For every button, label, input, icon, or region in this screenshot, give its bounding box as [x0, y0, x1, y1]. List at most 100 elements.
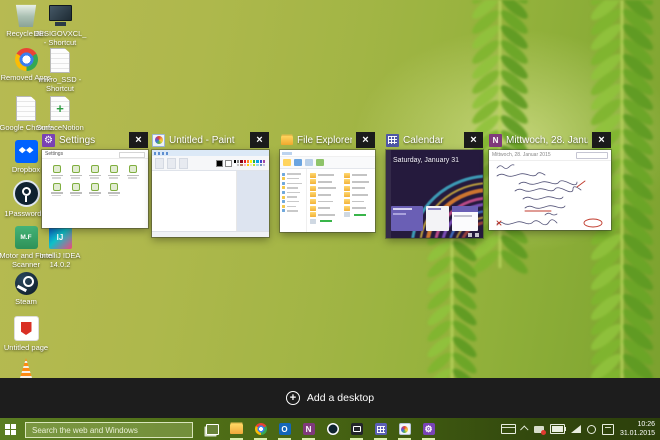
paint-palette-chip — [249, 163, 253, 166]
taskbar-button-paint[interactable] — [396, 418, 413, 440]
media-app-icon — [350, 423, 363, 435]
explorer-thumbnail[interactable] — [280, 150, 375, 232]
clock-time: 10:26 — [637, 420, 655, 428]
explorer-nav-item — [282, 190, 304, 194]
dropbox-icon — [14, 140, 38, 163]
removed-apps-icon — [14, 48, 38, 71]
explorer-file-label — [351, 174, 367, 176]
paint-palette-chip — [234, 160, 237, 163]
language-icon[interactable] — [586, 424, 596, 434]
add-desktop-button[interactable]: + Add a desktop — [285, 391, 374, 405]
desktop-icon-surfacenotion[interactable]: + SurfaceNotion — [36, 96, 84, 132]
settings-category-caption — [109, 194, 118, 196]
intellij-idea-icon: IJ — [48, 226, 72, 249]
battery-icon[interactable] — [549, 424, 567, 434]
desktop-icon-intellij-idea[interactable]: IJ IntelliJ IDEA 14.0.2 — [40, 226, 80, 269]
calendar-footer-icons — [468, 233, 479, 237]
onenote-header-button — [576, 151, 608, 159]
task-view-window-file-explorer[interactable]: File Explorer × — [280, 130, 375, 232]
paint-color2 — [225, 159, 232, 167]
desktop-icon-dropbox[interactable]: Dropbox — [8, 140, 44, 174]
explorer-ribbon-chunk — [283, 159, 291, 166]
task-view-window-onenote[interactable]: N Mittwoch, 28. Januar 2015 - O... × Mit… — [489, 130, 611, 230]
explorer-file-label — [317, 174, 334, 176]
onenote-thumbnail[interactable]: Mittwoch, 28. Januar 2015 — [489, 150, 611, 230]
explorer-file-label — [317, 187, 336, 190]
search-input[interactable] — [25, 422, 193, 439]
taskbar-button-calendar[interactable] — [372, 418, 389, 440]
taskbar-button-settings[interactable]: ⚙ — [420, 418, 437, 440]
settings-category-caption — [109, 177, 118, 179]
clock[interactable]: 10:26 31.01.2015 — [620, 420, 655, 438]
taskbar-button-task-view[interactable] — [204, 418, 221, 440]
paint-palette-chip — [237, 160, 240, 163]
touch-keyboard-icon[interactable] — [500, 424, 516, 434]
clock-date: 31.01.2015 — [619, 430, 655, 437]
task-view-window-settings[interactable]: ⚙ Settings × Settings — [42, 130, 148, 228]
explorer-nav-label — [287, 182, 302, 185]
task-view-window-calendar[interactable]: Calendar × Saturday, January 31 — [386, 130, 483, 238]
onenote-icon: N — [302, 423, 315, 435]
calendar-thumbnail[interactable]: Saturday, January 31 — [386, 150, 483, 238]
settings-category-caption — [88, 174, 101, 176]
taskbar-button-media-app[interactable] — [348, 418, 365, 440]
explorer-nav-label — [287, 187, 298, 189]
mikro-ssd-shortcut-icon — [50, 48, 70, 73]
desktop-icon-vlc[interactable] — [8, 358, 44, 378]
calendar-icon — [386, 133, 399, 147]
explorer-drive-item — [343, 212, 372, 218]
desktop-icon-untitled-page[interactable]: Untitled page — [4, 316, 48, 352]
untitled-page-icon — [13, 316, 39, 341]
explorer-nav-label — [287, 200, 299, 203]
explorer-file-label — [317, 207, 330, 209]
explorer-file-item — [309, 212, 338, 218]
paint-color1 — [216, 159, 223, 167]
close-icon[interactable]: × — [250, 132, 269, 148]
folder-icon — [309, 192, 316, 198]
calendar-date-header: Saturday, January 31 — [393, 157, 460, 164]
hidden-icons-chevron-icon[interactable] — [520, 425, 529, 434]
onenote-page-title: Mittwoch, 28. Januar 2015 — [492, 152, 551, 158]
paint-palette-icon — [152, 133, 165, 147]
settings-mini-titlebar: Settings — [42, 150, 148, 159]
folder-icon — [343, 198, 350, 204]
paint-palette-chip — [240, 160, 243, 163]
taskbar-button-1password[interactable] — [324, 418, 341, 440]
settings-category-caption — [50, 192, 63, 194]
desktop-icon-mikro-ssd-shortcut[interactable]: mikro_SSD - Shortcut — [39, 48, 81, 93]
window-title: Untitled - Paint — [169, 134, 235, 146]
action-center-icon[interactable] — [601, 423, 614, 435]
close-icon[interactable]: × — [592, 132, 611, 148]
settings-category-caption — [128, 177, 137, 179]
desktop-icon-steam[interactable]: Steam — [8, 272, 44, 306]
close-icon[interactable]: × — [356, 132, 375, 148]
folder-icon — [309, 212, 316, 218]
settings-category-caption — [126, 174, 139, 176]
explorer-file-label — [317, 180, 332, 183]
settings-category-item — [48, 182, 66, 196]
task-view-window-paint[interactable]: Untitled - Paint × — [152, 130, 269, 237]
settings-thumbnail[interactable]: Settings — [42, 150, 148, 228]
close-icon[interactable]: × — [129, 132, 148, 148]
desktop-icon-1password[interactable]: 1Password 4 — [4, 180, 48, 218]
explorer-file-item — [343, 172, 372, 178]
paint-thumbnail[interactable] — [152, 150, 269, 237]
desktop-icon-label: Untitled page — [3, 343, 49, 352]
desktop-icon-desigo-shortcut[interactable]: DESIGOVXCL_ - Shortcut — [34, 4, 86, 47]
network-icon[interactable] — [570, 425, 581, 433]
explorer-nav-icon — [282, 181, 285, 185]
settings-category-glyph — [52, 165, 61, 173]
explorer-nav-icon — [282, 195, 285, 199]
notification-badge-icon[interactable] — [533, 425, 546, 435]
taskbar-button-file-explorer[interactable] — [228, 418, 245, 440]
start-button[interactable] — [0, 418, 24, 440]
taskbar-button-chrome[interactable] — [252, 418, 269, 440]
google-chrome-icon — [16, 96, 36, 121]
explorer-nav-item — [282, 209, 304, 213]
taskbar-button-outlook[interactable]: O — [276, 418, 293, 440]
taskbar-button-onenote[interactable]: N — [300, 418, 317, 440]
settings-category-glyph — [128, 165, 137, 173]
explorer-file-label — [317, 200, 333, 203]
close-icon[interactable]: × — [464, 132, 483, 148]
paint-palette-chip — [246, 160, 249, 163]
